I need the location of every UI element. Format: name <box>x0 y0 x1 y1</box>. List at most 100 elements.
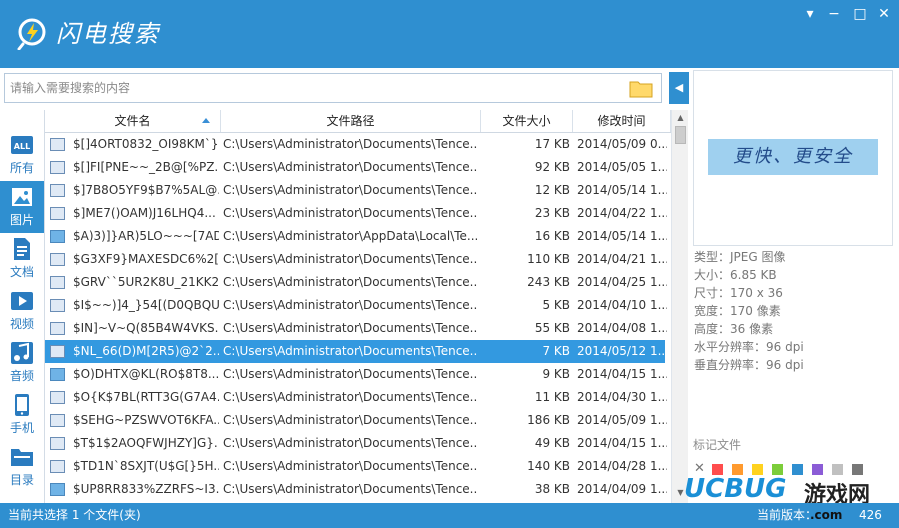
folder-icon <box>11 449 33 466</box>
file-name-cell: $UP8RR833%ZZRFS~I3... <box>73 482 219 496</box>
table-row[interactable]: $[]4ORT0832_OI98KM`}... C:\Users\Administ… <box>45 133 667 156</box>
file-size-cell: 9 KB <box>542 367 570 381</box>
column-header-size[interactable]: 文件大小 <box>481 110 573 132</box>
scrollbar-thumb[interactable] <box>675 126 686 144</box>
table-row[interactable]: $[]FI[PNE~~_2B@[%PZ... C:\Users\Administr… <box>45 156 667 179</box>
table-row[interactable]: $G3XF9}MAXESDC6%2[... C:\Users\Administra… <box>45 248 667 271</box>
file-name-cell: $GRV``5UR2K8U_21KK2... <box>73 275 219 289</box>
file-icon <box>50 414 65 427</box>
preview-image: 更快、更安全 <box>708 139 878 175</box>
audio-icon <box>11 342 33 364</box>
file-size-cell: 186 KB <box>527 413 570 427</box>
collapse-panel-button[interactable]: ◀ <box>669 72 689 104</box>
sidebar-item-phone[interactable]: 手机 <box>0 389 44 441</box>
tag-file-label: 标记文件 <box>693 438 742 452</box>
table-row[interactable]: $UP8RR833%ZZRFS~I3... C:\Users\Administra… <box>45 478 667 501</box>
column-header-date[interactable]: 修改时间 <box>573 110 671 132</box>
table-row[interactable]: $T$1$2AOQFWJHZY]G}... C:\Users\Administra… <box>45 432 667 455</box>
sidebar-item-video[interactable]: 视频 <box>0 285 44 337</box>
file-name-cell: $]7B8O5YF9$B7%5AL@... <box>73 183 219 197</box>
file-table: 文件名 文件路径 文件大小 修改时间 $[]4ORT0832_OI98KM`}.… <box>44 110 688 503</box>
sidebar-label-document: 文档 <box>9 265 34 279</box>
file-size-cell: 11 KB <box>534 390 570 404</box>
modified-date-cell: 2014/05/09 0... <box>577 137 667 151</box>
sidebar-item-image[interactable]: 图片 <box>0 181 44 233</box>
sidebar-item-audio[interactable]: 音频 <box>0 337 44 389</box>
table-row[interactable]: $GRV``5UR2K8U_21KK2... C:\Users\Administr… <box>45 271 667 294</box>
file-path-cell: C:\Users\Administrator\Documents\Tence..… <box>223 183 477 197</box>
table-row[interactable]: $]7B8O5YF9$B7%5AL@... C:\Users\Administra… <box>45 179 667 202</box>
scroll-up-icon[interactable]: ▲ <box>672 112 688 124</box>
modified-date-cell: 2014/04/10 1... <box>577 298 667 312</box>
sidebar-label-folder: 目录 <box>9 473 34 487</box>
file-icon <box>50 138 65 151</box>
search-input[interactable] <box>5 74 625 102</box>
file-icon <box>50 161 65 174</box>
file-name-cell: $T$1$2AOQFWJHZY]G}... <box>73 436 219 450</box>
minimize-button[interactable]: − <box>823 4 845 24</box>
file-name-cell: $IN]~V~Q(85B4W4VKS... <box>73 321 219 335</box>
modified-date-cell: 2014/04/08 1... <box>577 321 667 335</box>
vertical-scrollbar[interactable]: ▲ ▼ <box>671 110 688 503</box>
info-horizontal-dpi: 水平分辨率：96 dpi <box>694 340 804 354</box>
modified-date-cell: 2014/04/15 1... <box>577 367 667 381</box>
folder-icon[interactable] <box>629 78 653 98</box>
watermark-brand: UCBUG <box>684 474 787 504</box>
title-bar: 闪电搜索 ▾ − □ ✕ <box>0 0 899 68</box>
table-row[interactable]: $TD1N`8SXJT(U$G[}5H... C:\Users\Administr… <box>45 455 667 478</box>
modified-date-cell: 2014/05/14 1... <box>577 229 667 243</box>
file-name-cell: $A)3)]}AR)5LO~~~[7AD... <box>73 229 219 243</box>
file-icon <box>50 299 65 312</box>
file-info: 类型：JPEG 图像 大小：6.85 KB 尺寸：170 x 36 宽度：170… <box>694 248 894 374</box>
table-row[interactable]: $O{K$7BL(RTT3G(G7A4... C:\Users\Administr… <box>45 386 667 409</box>
table-row[interactable]: $SEHG~PZSWVOT6KFA... C:\Users\Administrat… <box>45 409 667 432</box>
version-prefix: 当前版本： <box>757 508 818 522</box>
file-name-cell: $I$~~)]4_}54[(D0QBQU... <box>73 298 219 312</box>
file-size-cell: 12 KB <box>534 183 570 197</box>
close-button[interactable]: ✕ <box>873 4 895 24</box>
file-size-cell: 92 KB <box>534 160 570 174</box>
file-path-cell: C:\Users\Administrator\Documents\Tence..… <box>223 321 477 335</box>
file-name-cell: $SEHG~PZSWVOT6KFA... <box>73 413 219 427</box>
sidebar-item-all[interactable]: ALL 所有 <box>0 129 44 181</box>
version-number: 426 <box>859 508 882 522</box>
column-header-name[interactable]: 文件名 <box>45 110 221 132</box>
image-icon <box>12 188 32 206</box>
column-label-date: 修改时间 <box>597 114 646 128</box>
table-row[interactable]: $NL_66(D)M[2R5)@2`2... C:\Users\Administr… <box>45 340 667 363</box>
info-type: 类型：JPEG 图像 <box>694 250 786 264</box>
modified-date-cell: 2014/04/15 1... <box>577 436 667 450</box>
table-row[interactable]: $I$~~)]4_}54[(D0QBQU... C:\Users\Administ… <box>45 294 667 317</box>
sidebar-item-folder[interactable]: 目录 <box>0 441 44 493</box>
video-icon <box>11 292 33 310</box>
file-path-cell: C:\Users\Administrator\AppData\Local\Te.… <box>223 229 477 243</box>
modified-date-cell: 2014/05/12 1... <box>577 344 667 358</box>
sidebar-item-document[interactable]: 文档 <box>0 233 44 285</box>
file-path-cell: C:\Users\Administrator\Documents\Tence..… <box>223 298 477 312</box>
column-header-path[interactable]: 文件路径 <box>221 110 481 132</box>
modified-date-cell: 2014/04/09 1... <box>577 482 667 496</box>
search-bar <box>4 73 662 103</box>
sidebar-label-phone: 手机 <box>9 421 34 435</box>
file-path-cell: C:\Users\Administrator\Documents\Tence..… <box>223 160 477 174</box>
lightning-logo-icon <box>17 18 46 50</box>
table-row[interactable]: $A)3)]}AR)5LO~~~[7AD... C:\Users\Administ… <box>45 225 667 248</box>
maximize-button[interactable]: □ <box>849 4 871 24</box>
table-row[interactable]: $IN]~V~Q(85B4W4VKS... C:\Users\Administra… <box>45 317 667 340</box>
file-path-cell: C:\Users\Administrator\Documents\Tence..… <box>223 252 477 266</box>
menu-icon[interactable]: ▾ <box>799 4 821 24</box>
info-dimensions: 尺寸：170 x 36 <box>694 286 783 300</box>
file-icon <box>50 460 65 473</box>
sidebar-label-video: 视频 <box>9 317 34 331</box>
file-icon <box>50 391 65 404</box>
table-header: 文件名 文件路径 文件大小 修改时间 <box>45 110 671 133</box>
sidebar-label-all: 所有 <box>9 161 34 175</box>
modified-date-cell: 2014/04/28 1... <box>577 459 667 473</box>
image-file-icon <box>50 483 65 496</box>
modified-date-cell: 2014/04/25 1... <box>577 275 667 289</box>
file-icon <box>50 345 65 358</box>
selection-status: 当前共选择 1 个文件(夹) <box>8 508 141 522</box>
table-row[interactable]: $O)DHTX@KL(RO$8T8... C:\Users\Administrat… <box>45 363 667 386</box>
file-icon <box>50 322 65 335</box>
table-row[interactable]: $]ME7()OAM)J16LHQ4... C:\Users\Administra… <box>45 202 667 225</box>
